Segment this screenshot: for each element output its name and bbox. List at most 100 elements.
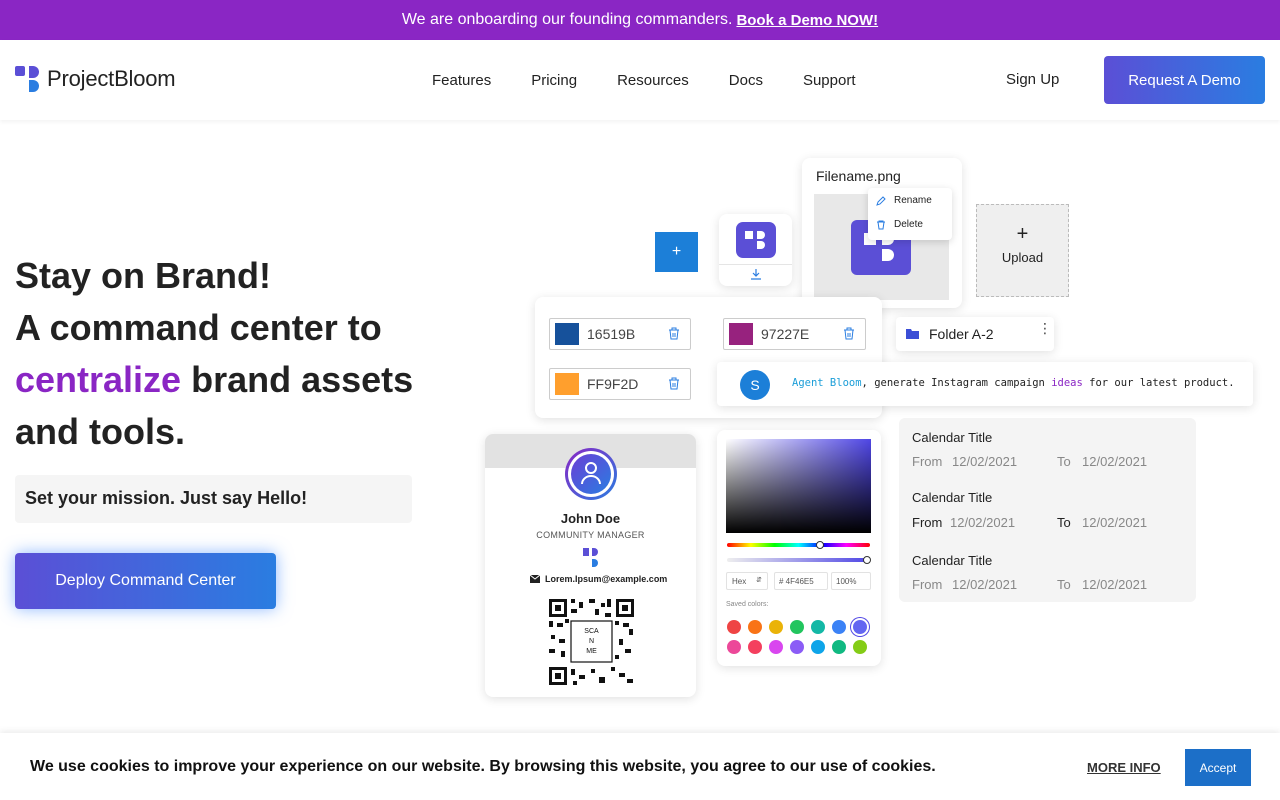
nav-item-resources[interactable]: Resources — [617, 72, 689, 89]
alpha-slider[interactable] — [727, 558, 870, 562]
nav-item-docs[interactable]: Docs — [729, 72, 763, 89]
prompt-keyword: ideas — [1051, 377, 1083, 389]
swatch-1-chip — [555, 323, 579, 345]
saved-color-dot[interactable] — [727, 640, 741, 654]
saved-color-dot[interactable] — [853, 640, 867, 654]
swatch-2[interactable]: 97227E — [723, 318, 866, 350]
agent-prompt-text: Agent Bloom, generate Instagram campaign… — [792, 377, 1235, 389]
top-nav: ProjectBloom Features Pricing Resources … — [0, 40, 1280, 120]
rename-menu-item[interactable]: Rename — [876, 195, 932, 206]
main-menu: Features Pricing Resources Docs Support — [432, 40, 896, 120]
saved-color-dot[interactable] — [790, 620, 804, 634]
qr-label: SCA N ME — [584, 628, 599, 655]
user-icon — [581, 462, 601, 485]
saved-color-dot[interactable] — [853, 620, 867, 634]
folder-icon — [906, 329, 919, 339]
cookie-text: We use cookies to improve your experienc… — [30, 758, 936, 775]
swatch-1[interactable]: 16519B — [549, 318, 691, 350]
add-button[interactable]: + — [655, 232, 698, 272]
logo[interactable]: ProjectBloom — [15, 66, 176, 92]
headline-line-3: centralize brand assets — [15, 354, 455, 406]
swatch-2-hex: 97227E — [761, 326, 810, 342]
mission-prompt[interactable]: Set your mission. Just say Hello! — [15, 475, 412, 523]
nav-item-support[interactable]: Support — [803, 72, 856, 89]
color-mode-select[interactable]: Hex ⇵ — [726, 572, 768, 590]
folder-name: Folder A-2 — [929, 326, 994, 342]
saved-color-dot[interactable] — [769, 620, 783, 634]
cookie-banner: We use cookies to improve your experienc… — [0, 733, 1280, 800]
headline-accent: centralize — [15, 359, 182, 400]
id-card: John Doe COMMUNITY MANAGER Lorem.Ipsum@e… — [485, 434, 696, 697]
trash-icon[interactable] — [668, 377, 680, 390]
saved-color-dot[interactable] — [727, 620, 741, 634]
calendar-card: Calendar Title From 12/02/2021 To 12/02/… — [899, 418, 1196, 602]
announcement-text: We are onboarding our founding commander… — [401, 11, 733, 28]
saved-color-dot[interactable] — [832, 620, 846, 634]
headline-line-3-rest: brand assets — [181, 359, 414, 400]
folder-item[interactable]: Folder A-2 ⋮ — [896, 317, 1054, 351]
upload-label: Upload — [1001, 250, 1044, 265]
alpha-handle[interactable] — [863, 556, 871, 564]
alpha-input[interactable]: 100% — [831, 572, 871, 590]
trash-icon[interactable] — [843, 327, 855, 340]
accept-cookies-button[interactable]: Accept — [1185, 749, 1251, 786]
saved-colors-label: Saved colors: — [726, 601, 769, 608]
request-demo-button[interactable]: Request A Demo — [1104, 56, 1265, 104]
agent-name: Agent Bloom — [792, 377, 862, 389]
sign-up-link[interactable]: Sign Up — [1006, 71, 1059, 88]
prompt-part-2: for our latest product. — [1082, 377, 1235, 389]
card-role: COMMUNITY MANAGER — [536, 530, 645, 540]
calendar-title: Calendar Title — [912, 553, 993, 568]
brand-logo-icon — [736, 222, 776, 258]
hex-input[interactable]: # 4F46E5 — [774, 572, 828, 590]
swatch-2-chip — [729, 323, 753, 345]
headline-line-2: A command center to — [15, 307, 382, 348]
hue-handle[interactable] — [816, 541, 824, 549]
color-picker: Hex ⇵ # 4F46E5 100% Saved colors: — [717, 430, 881, 666]
book-demo-link[interactable]: Book a Demo NOW! — [736, 12, 878, 29]
hero-headline: Stay on Brand! A command center to centr… — [15, 250, 455, 458]
saved-color-dot[interactable] — [790, 640, 804, 654]
swatch-1-hex: 16519B — [587, 326, 636, 342]
more-info-link[interactable]: MORE INFO — [1087, 760, 1161, 775]
card-name: John Doe — [560, 511, 621, 526]
rename-label: Rename — [894, 195, 932, 206]
file-context-menu: Rename Delete — [868, 188, 952, 240]
prompt-part-1: , generate Instagram campaign — [861, 377, 1052, 389]
saved-color-dot[interactable] — [811, 620, 825, 634]
calendar-title: Calendar Title — [912, 430, 993, 445]
saved-color-dot[interactable] — [748, 620, 762, 634]
swatch-3-chip — [555, 373, 579, 395]
more-options-icon[interactable]: ⋮ — [1038, 321, 1052, 335]
swatch-3-hex: FF9F2D — [587, 376, 639, 392]
avatar: S — [740, 370, 770, 400]
card-email: Lorem.Ipsum@example.com — [545, 574, 668, 584]
headline-line-4: and tools. — [15, 411, 185, 452]
logo-text: ProjectBloom — [47, 66, 176, 91]
agent-prompt[interactable]: S Agent Bloom, generate Instagram campai… — [717, 362, 1253, 406]
logo-icon — [15, 66, 39, 92]
download-icon[interactable] — [750, 268, 762, 280]
upload-plus-icon: + — [1016, 223, 1029, 245]
headline-line-1: Stay on Brand! — [15, 255, 272, 296]
delete-label: Delete — [894, 219, 923, 230]
trash-icon — [877, 220, 885, 229]
nav-item-pricing[interactable]: Pricing — [531, 72, 577, 89]
hue-slider[interactable] — [727, 543, 870, 547]
brand-logo-icon — [583, 548, 598, 567]
file-name: Filename.png — [816, 168, 901, 184]
trash-icon[interactable] — [668, 327, 680, 340]
upload-dropzone[interactable]: + Upload — [976, 204, 1069, 297]
delete-menu-item[interactable]: Delete — [876, 219, 923, 230]
saved-color-dot[interactable] — [832, 640, 846, 654]
saved-color-dot[interactable] — [769, 640, 783, 654]
announcement-bar: We are onboarding our founding commander… — [0, 0, 1280, 40]
swatch-3[interactable]: FF9F2D — [549, 368, 691, 400]
saved-color-dot[interactable] — [811, 640, 825, 654]
mail-icon — [530, 575, 540, 583]
saturation-field[interactable] — [726, 439, 871, 533]
logo-asset-card[interactable] — [719, 214, 792, 286]
deploy-command-center-button[interactable]: Deploy Command Center — [15, 553, 276, 609]
saved-color-dot[interactable] — [748, 640, 762, 654]
nav-item-features[interactable]: Features — [432, 72, 491, 89]
